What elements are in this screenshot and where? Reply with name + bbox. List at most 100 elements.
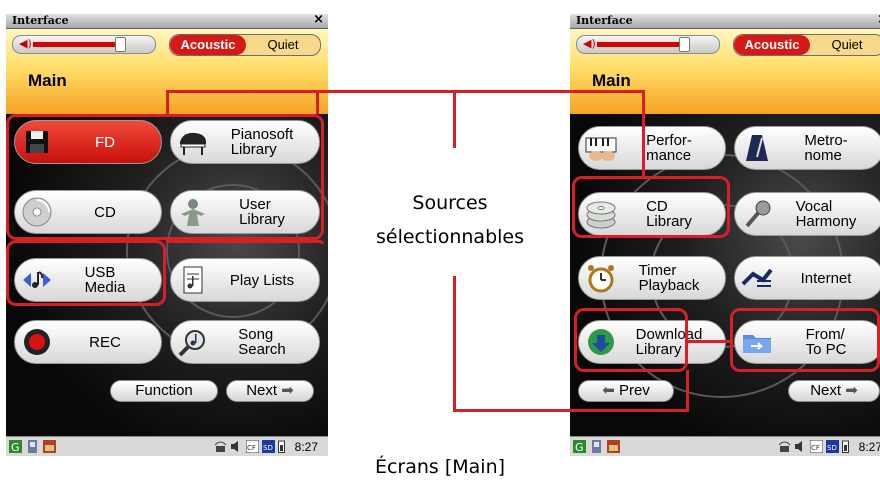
- microphone-icon: [745, 200, 771, 228]
- highlight-connector-left: [166, 240, 324, 244]
- volume-fill: [33, 42, 119, 47]
- song-search-button[interactable]: Song Search: [170, 320, 320, 364]
- highlight-box-cd-library: [572, 176, 730, 238]
- network-icon: [214, 441, 227, 452]
- connector-line: [642, 90, 645, 176]
- mode-switch[interactable]: Acoustic Quiet: [733, 34, 880, 56]
- svg-text:CF: CF: [811, 444, 820, 452]
- acoustic-button[interactable]: Acoustic: [734, 35, 810, 55]
- timer-playback-button[interactable]: Timer Playback: [578, 256, 726, 300]
- globe-icon: [741, 268, 773, 287]
- next-button[interactable]: Next ➡: [226, 380, 314, 402]
- next-label: Next: [810, 382, 842, 399]
- battery-icon: [278, 440, 285, 453]
- highlight-box-from-to-pc: [730, 308, 880, 372]
- performance-button[interactable]: Perfor- mance: [578, 126, 726, 170]
- close-icon[interactable]: ×: [313, 14, 324, 27]
- arrow-left-icon: ⬅: [602, 382, 615, 399]
- prev-label: Prev: [618, 382, 650, 399]
- taskbar-icon[interactable]: [43, 440, 56, 453]
- alarm-clock-icon: [588, 265, 614, 293]
- metronome-icon: [746, 135, 768, 161]
- speaker-icon: ◀): [583, 37, 596, 50]
- connector-line: [456, 90, 642, 93]
- cf-card-icon: CF: [810, 440, 823, 453]
- volume-knob[interactable]: [114, 37, 126, 52]
- rec-button[interactable]: REC: [14, 320, 162, 364]
- start-icon[interactable]: G: [573, 440, 586, 453]
- metronome-button[interactable]: Metro- nome: [734, 126, 880, 170]
- connector-line: [166, 90, 169, 114]
- header-panel: ◀) Acoustic Quiet Main: [570, 29, 880, 114]
- clock: 8:27: [294, 440, 318, 454]
- app-icon[interactable]: [590, 440, 603, 453]
- quiet-button[interactable]: Quiet: [246, 35, 320, 55]
- metronome-label: Metro- nome: [804, 132, 848, 164]
- next-button[interactable]: Next ➡: [788, 380, 880, 402]
- rec-label: REC: [89, 333, 121, 351]
- title-bar: Interface ×: [6, 14, 328, 29]
- volume-slider[interactable]: ◀): [576, 35, 720, 54]
- sources-annotation-label: Sources sélectionnables: [350, 186, 550, 254]
- svg-text:CF: CF: [247, 444, 256, 452]
- network-icon: [778, 441, 791, 452]
- highlight-box-left-usb: [6, 240, 166, 306]
- play-lists-label: Play Lists: [229, 271, 295, 289]
- window-title: Interface: [12, 14, 69, 27]
- song-search-label: Song Search: [238, 326, 286, 358]
- connector-line: [453, 409, 689, 412]
- volume-fill: [597, 42, 683, 47]
- next-label: Next: [246, 382, 278, 399]
- title-bar: Interface ×: [570, 14, 880, 29]
- start-icon[interactable]: G: [9, 440, 22, 453]
- svg-text:SD: SD: [263, 444, 273, 452]
- svg-text:G: G: [575, 441, 584, 453]
- connector-line: [316, 90, 319, 114]
- internet-button[interactable]: Internet: [734, 256, 880, 300]
- volume-icon[interactable]: [230, 440, 243, 453]
- mode-switch[interactable]: Acoustic Quiet: [169, 34, 321, 56]
- connector-line: [453, 276, 456, 412]
- svg-text:G: G: [11, 441, 20, 453]
- speaker-icon: ◀): [19, 37, 32, 50]
- play-lists-button[interactable]: Play Lists: [170, 258, 320, 302]
- vocal-harmony-button[interactable]: Vocal Harmony: [734, 192, 880, 236]
- sheet-music-icon: [183, 266, 203, 294]
- magnifier-note-icon: [178, 330, 205, 357]
- arrow-right-icon: ➡: [281, 382, 294, 399]
- volume-knob[interactable]: [678, 37, 690, 52]
- sd-card-icon: SD: [826, 440, 839, 453]
- volume-icon[interactable]: [794, 440, 807, 453]
- app-icon[interactable]: [26, 440, 39, 453]
- cf-card-icon: CF: [246, 440, 259, 453]
- connector-line: [316, 90, 456, 93]
- svg-text:SD: SD: [827, 444, 837, 452]
- connector-line: [688, 340, 730, 343]
- highlight-box-left-top: [6, 114, 324, 240]
- highlight-box-download: [574, 308, 688, 372]
- internet-label: Internet: [800, 269, 852, 287]
- acoustic-button[interactable]: Acoustic: [170, 35, 246, 55]
- connector-line: [453, 90, 456, 148]
- status-bar: G CF SD 8:27: [570, 436, 880, 456]
- keyboard-hands-icon: [585, 137, 617, 161]
- arrow-right-icon: ➡: [845, 382, 858, 399]
- clock: 8:27: [858, 440, 880, 454]
- vocal-harmony-label: Vocal Harmony: [795, 198, 857, 230]
- status-bar: G CF SD 8:27: [6, 436, 328, 456]
- page-title: Main: [28, 71, 67, 90]
- taskbar-icon[interactable]: [607, 440, 620, 453]
- timer-playback-label: Timer Playback: [638, 262, 700, 294]
- connector-line: [686, 370, 689, 412]
- prev-button[interactable]: ⬅ Prev: [578, 380, 674, 402]
- battery-icon: [842, 440, 849, 453]
- window-title: Interface: [576, 14, 633, 27]
- volume-slider[interactable]: ◀): [12, 35, 156, 54]
- page-title: Main: [592, 71, 631, 90]
- connector-line: [166, 90, 316, 93]
- record-dot-icon: [24, 329, 50, 355]
- figure-caption: Écrans [Main]: [374, 456, 506, 478]
- quiet-button[interactable]: Quiet: [810, 35, 880, 55]
- function-button[interactable]: Function: [110, 380, 218, 402]
- sd-card-icon: SD: [262, 440, 275, 453]
